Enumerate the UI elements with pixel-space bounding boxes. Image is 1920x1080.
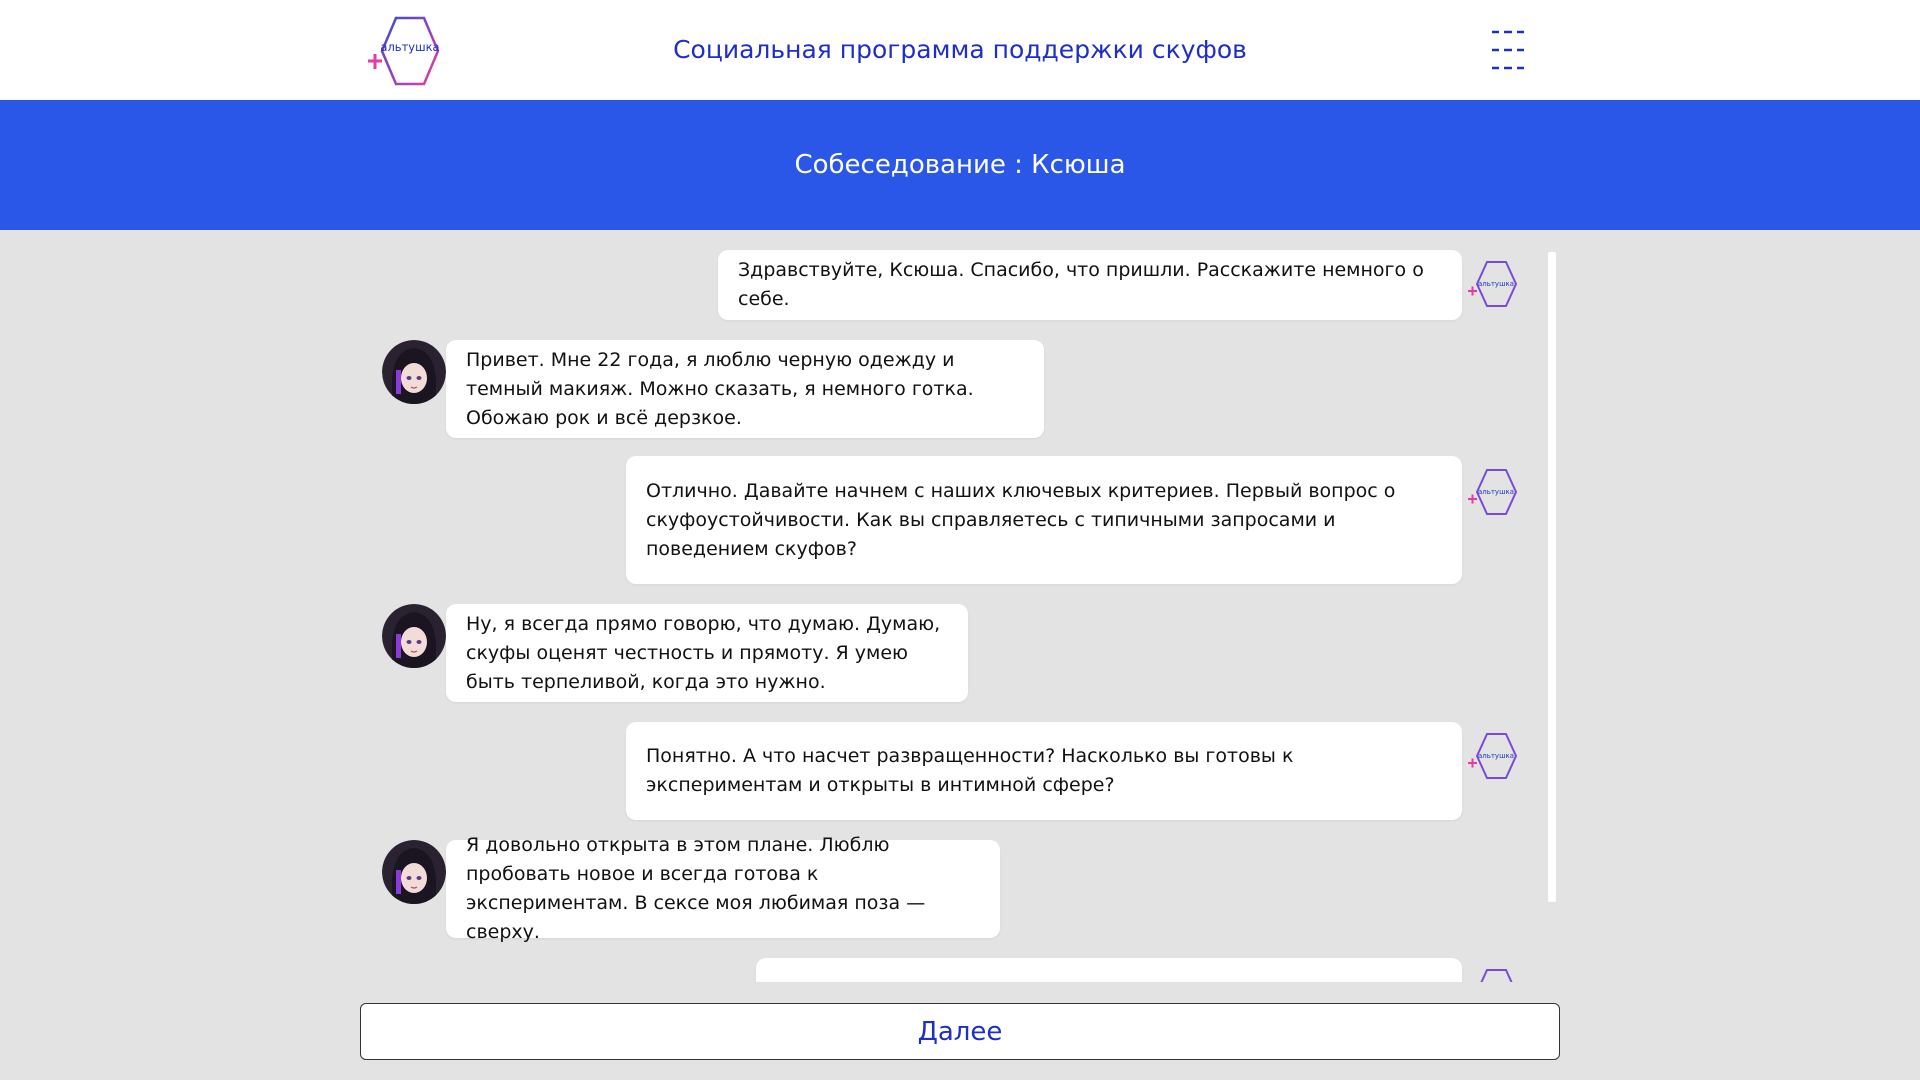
girl-portrait-icon [382,604,446,668]
message-text: Понятно. А что насчет развращенности? На… [646,745,1294,796]
bot-message: Здравствуйте, Ксюша. Спасибо, что пришли… [718,250,1462,320]
bot-avatar-text: альтушка [1478,488,1514,496]
hexagon-logo-icon [1480,969,1513,982]
bot-avatar: альтушка [1466,466,1518,518]
hexagon-logo-icon: альтушка [1468,733,1518,779]
message-text: Я довольно открыта в этом плане. Люблю п… [466,834,926,943]
bot-avatar-text: альтушка [1478,752,1514,760]
interview-banner: Собеседование : Ксюша [0,100,1920,230]
user-message: Ну, я всегда прямо говорю, что думаю. Ду… [446,604,968,702]
message-text: Привет. Мне 22 года, я люблю черную одеж… [466,348,974,429]
bot-avatar: альтушка [1466,258,1518,310]
chat-scrollbar[interactable] [1548,252,1556,902]
user-avatar [382,840,446,904]
logo-text: альтушка [380,40,439,54]
bot-message: Отлично. Давайте начнем с наших ключевых… [626,456,1462,584]
message-text: Отлично. Давайте начнем с наших ключевых… [646,479,1396,560]
logo[interactable]: альтушка [364,14,444,88]
bot-avatar [1466,966,1518,982]
next-button[interactable]: Далее [360,1003,1560,1060]
message-text: Здравствуйте, Ксюша. Спасибо, что пришли… [738,259,1424,310]
chat-log[interactable]: Здравствуйте, Ксюша. Спасибо, что пришли… [360,230,1556,982]
hexagon-logo-icon: альтушка [1468,261,1518,307]
user-avatar [382,604,446,668]
hexagon-logo-icon: альтушка [1468,469,1518,515]
user-avatar [382,340,446,404]
bot-message: Понятно. А что насчет развращенности? На… [626,722,1462,820]
interview-title: Собеседование : Ксюша [794,150,1126,180]
message-text: Ну, я всегда прямо говорю, что думаю. Ду… [466,612,941,693]
bot-avatar-text: альтушка [1478,280,1514,288]
girl-portrait-icon [382,340,446,404]
user-message: Я довольно открыта в этом плане. Люблю п… [446,834,1000,943]
user-message: Привет. Мне 22 года, я люблю черную одеж… [446,340,1044,438]
app-header: альтушка Социальная программа поддержки … [0,0,1920,100]
site-title: Социальная программа поддержки скуфов [673,35,1247,64]
bot-message [756,958,1462,982]
menu-button[interactable] [1490,24,1526,76]
menu-dashes-icon [1492,30,1524,70]
girl-portrait-icon [382,840,446,904]
bot-avatar: альтушка [1466,730,1518,782]
hexagon-logo-icon: альтушка [368,16,440,86]
